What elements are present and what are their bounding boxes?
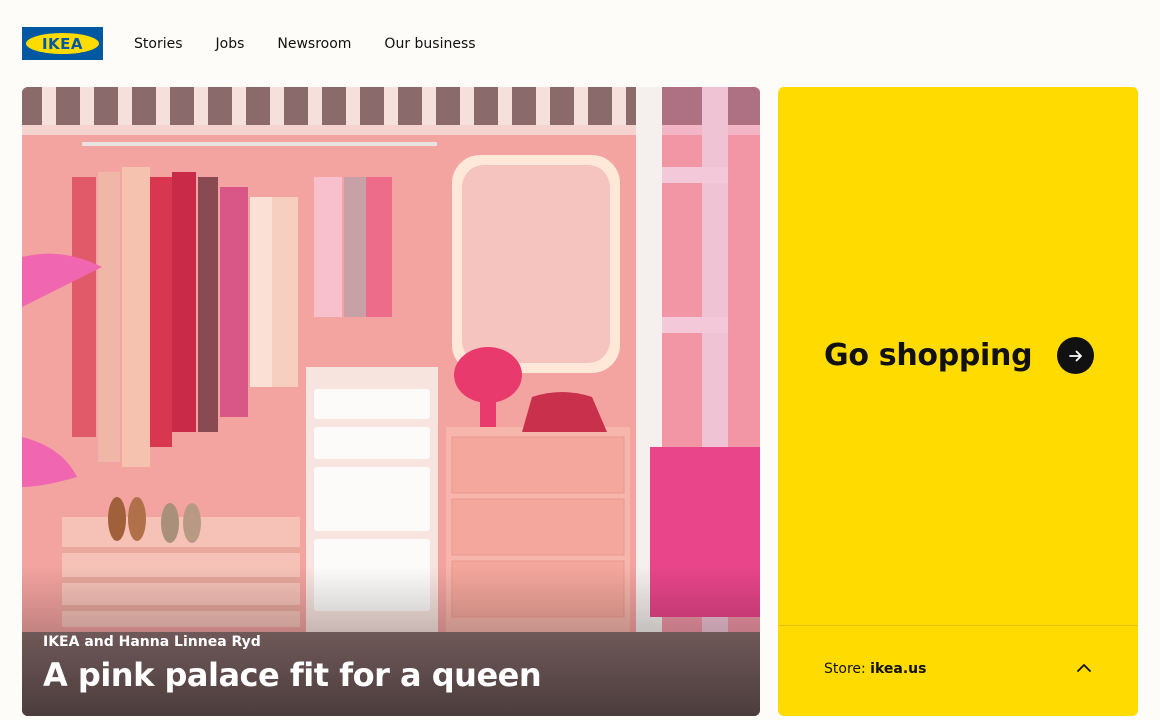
hero-kicker: IKEA and Hanna Linnea Ryd: [43, 634, 261, 650]
store-name: ikea.us: [870, 661, 927, 677]
store-selector[interactable]: Store: ikea.us: [824, 661, 1092, 677]
chevron-up-icon[interactable]: [1076, 661, 1092, 677]
nav-item-jobs[interactable]: Jobs: [216, 35, 245, 53]
divider: [778, 625, 1138, 626]
store-label-wrap: Store: ikea.us: [824, 661, 926, 677]
site-header: IKEA Stories Jobs Newsroom Our business: [0, 0, 1160, 87]
nav-item-our-business[interactable]: Our business: [384, 35, 475, 53]
logo-oval: IKEA: [26, 33, 99, 54]
main-nav: Stories Jobs Newsroom Our business: [134, 35, 509, 53]
store-label: Store:: [824, 661, 871, 677]
hero-caption: IKEA and Hanna Linnea Ryd A pink palace …: [43, 634, 542, 694]
ikea-logo[interactable]: IKEA: [22, 27, 103, 60]
go-shopping-link[interactable]: Go shopping: [824, 337, 1094, 374]
arrow-right-icon[interactable]: [1057, 337, 1094, 374]
nav-item-newsroom[interactable]: Newsroom: [277, 35, 351, 53]
logo-text: IKEA: [41, 34, 84, 53]
hero-title[interactable]: A pink palace fit for a queen: [43, 656, 542, 694]
hero-story-card[interactable]: IKEA and Hanna Linnea Ryd A pink palace …: [22, 87, 760, 716]
go-shopping-card[interactable]: Go shopping Store: ikea.us: [778, 87, 1138, 716]
nav-item-stories[interactable]: Stories: [134, 35, 183, 53]
go-shopping-title: Go shopping: [824, 338, 1033, 373]
